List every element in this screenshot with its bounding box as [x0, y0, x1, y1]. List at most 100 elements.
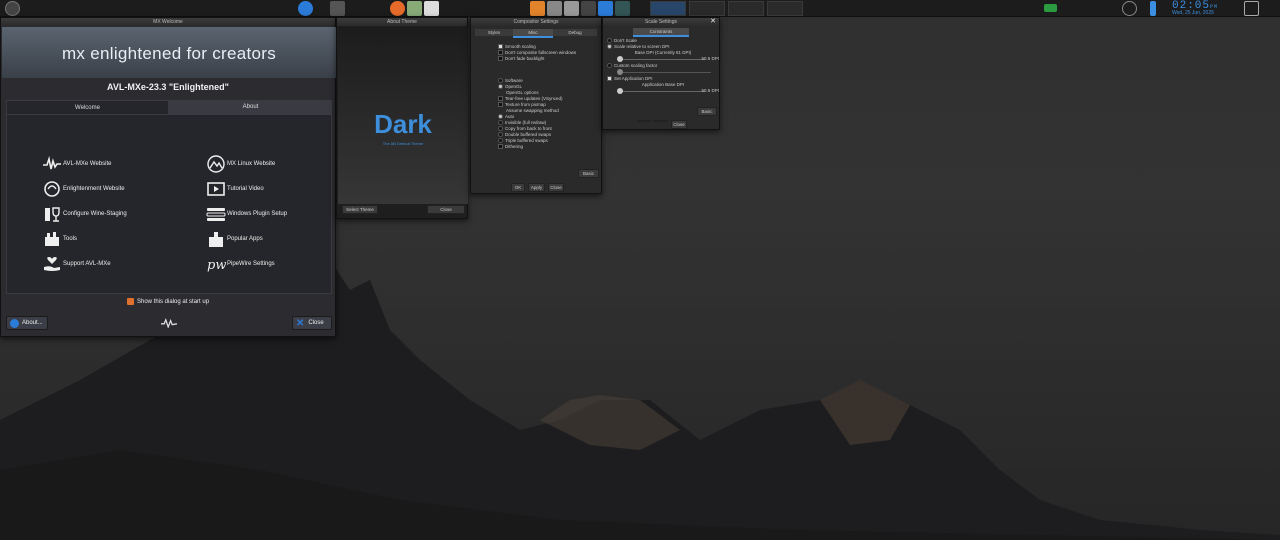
- tab-welcome[interactable]: Welcome: [6, 100, 169, 114]
- close-button-label: Close: [308, 320, 324, 326]
- mx-linux-website-link[interactable]: MX Linux Website: [206, 155, 275, 173]
- enlightenment-icon: [44, 181, 60, 197]
- engine-options: Software OpenGL OpenGL options Tear-free…: [498, 78, 563, 150]
- file-manager-icon[interactable]: [407, 1, 422, 16]
- scale-basic-button[interactable]: Basic: [697, 107, 717, 116]
- windows-plugin-setup-label: Windows Plugin Setup: [227, 211, 288, 217]
- scale-settings-window: Scale Settings ✕ Constraints Don't Scale…: [602, 17, 720, 130]
- tab-styles[interactable]: Styles: [475, 29, 513, 36]
- mx-linux-website-label: MX Linux Website: [227, 161, 276, 167]
- base-dpi-slider[interactable]: 50.6 DPI: [607, 56, 719, 63]
- custom-factor-slider[interactable]: [607, 69, 719, 76]
- theme-preview-subtitle: The AB Default Theme: [382, 141, 424, 146]
- startup-checkbox[interactable]: [127, 298, 134, 305]
- popular-apps-link[interactable]: Popular Apps: [206, 230, 263, 248]
- pager-desk-1[interactable]: [650, 1, 686, 16]
- scale-close-button[interactable]: Close: [671, 120, 687, 129]
- welcome-tabs: Welcome About: [6, 100, 332, 114]
- heart-hand-icon: [44, 257, 60, 271]
- window-list-icon[interactable]: [615, 1, 630, 16]
- tab-constraints[interactable]: Constraints: [633, 28, 689, 37]
- wine-glass-icon: [45, 207, 60, 222]
- screenshot-icon[interactable]: [598, 1, 613, 16]
- compositor-apply-button[interactable]: Apply: [528, 183, 545, 192]
- image-viewer-icon[interactable]: [564, 1, 579, 16]
- inkscape-icon[interactable]: [547, 1, 562, 16]
- tab-misc[interactable]: Misc: [513, 29, 553, 38]
- compositor-window: Compositor Settings Styles Misc Debug Sm…: [470, 17, 602, 194]
- tutorial-video-label: Tutorial Video: [227, 186, 264, 192]
- support-avl-link[interactable]: Support AVL-MXe: [42, 255, 111, 273]
- avl-logo-icon: [161, 318, 177, 328]
- settings-icon[interactable]: [581, 1, 596, 16]
- tutorial-video-link[interactable]: Tutorial Video: [206, 180, 264, 198]
- pager-desk-4[interactable]: [767, 1, 803, 16]
- banner: mx enlightened for creators: [2, 27, 336, 78]
- package-box-icon: [209, 232, 223, 247]
- compositor-basic-button[interactable]: Basic: [578, 169, 599, 178]
- toolbox-icon: [45, 232, 59, 246]
- option-dithering[interactable]: Dithering: [498, 144, 563, 150]
- app-launcher-icon[interactable]: [298, 1, 313, 16]
- firefox-icon[interactable]: [390, 1, 405, 16]
- tools-link[interactable]: Tools: [42, 230, 77, 248]
- app-dpi-value: 50.6 DPI: [701, 88, 719, 93]
- startup-checkbox-row[interactable]: Show this dialog at start up: [127, 298, 209, 305]
- text-editor-icon[interactable]: [530, 1, 545, 16]
- app-dpi-slider[interactable]: 50.6 DPI: [607, 88, 719, 95]
- avl-website-link[interactable]: AVL-MXe Website: [42, 155, 111, 173]
- tab-debug[interactable]: Debug: [553, 29, 597, 36]
- welcome-titlebar[interactable]: MX Welcome: [1, 18, 335, 26]
- scale-titlebar[interactable]: Scale Settings ✕: [603, 18, 719, 26]
- theme-titlebar[interactable]: About Theme: [337, 18, 467, 26]
- system-menu-icon[interactable]: [5, 1, 20, 16]
- pipewire-settings-link[interactable]: pw PipeWire Settings: [206, 255, 275, 273]
- configure-wine-label: Configure Wine-Staging: [63, 211, 127, 217]
- tab-about[interactable]: About: [169, 100, 332, 114]
- support-avl-label: Support AVL-MXe: [63, 261, 111, 267]
- clock-date: Wed, 25 Jun, 2025: [1172, 10, 1214, 16]
- compositor-close-button[interactable]: Close: [548, 183, 564, 192]
- compositor-titlebar[interactable]: Compositor Settings: [471, 18, 601, 26]
- about-button[interactable]: About...: [6, 316, 48, 330]
- windows-plugin-setup-link[interactable]: Windows Plugin Setup: [206, 205, 287, 223]
- waveform-icon: [43, 155, 61, 170]
- scale-close-icon[interactable]: ✕: [710, 18, 716, 26]
- compositor-ok-button[interactable]: OK: [511, 183, 525, 192]
- plugin-cable-icon: [206, 208, 226, 221]
- enlightenment-website-link[interactable]: Enlightenment Website: [42, 180, 125, 198]
- close-button[interactable]: ✕ Close: [292, 316, 332, 330]
- theme-window: About Theme Dark The AB Default Theme Se…: [336, 17, 468, 219]
- theme-close-button[interactable]: Close: [427, 205, 465, 214]
- pager-desk-3[interactable]: [728, 1, 764, 16]
- option-no-fade[interactable]: Don't fade backlight: [498, 56, 576, 62]
- clock-dial-icon: [1122, 1, 1137, 16]
- terminal-icon[interactable]: [424, 1, 439, 16]
- scale-options: Don't Scale Scale relative to screen DPI…: [607, 38, 719, 95]
- compositor-options: Smooth scaling Don't composite fullscree…: [498, 44, 576, 62]
- tools-label: Tools: [63, 236, 78, 242]
- scale-blank-button-1[interactable]: [637, 120, 651, 122]
- version-title: AVL-MXe-23.3 "Enlightened": [107, 82, 229, 92]
- theme-preview: Dark The AB Default Theme: [338, 27, 468, 204]
- pipewire-icon: pw: [207, 258, 226, 273]
- close-x-icon: ✕: [296, 317, 305, 329]
- top-shelf: 02:05PM Wed, 25 Jun, 2025: [0, 0, 1280, 17]
- banner-text: mx enlightened for creators: [61, 44, 277, 63]
- info-icon: [10, 318, 19, 328]
- popular-apps-label: Popular Apps: [227, 236, 263, 242]
- configure-wine-link[interactable]: Configure Wine-Staging: [42, 205, 127, 223]
- enlightenment-website-label: Enlightenment Website: [63, 186, 125, 192]
- scale-blank-button-2[interactable]: [654, 120, 668, 122]
- keyboard-layout-flag-icon[interactable]: [1044, 4, 1057, 12]
- base-dpi-value: 50.6 DPI: [701, 56, 719, 61]
- svg-text:pw: pw: [207, 258, 226, 273]
- wrench-icon[interactable]: [330, 1, 345, 16]
- startup-label: Show this dialog at start up: [137, 298, 210, 305]
- volume-icon[interactable]: [1150, 1, 1156, 16]
- select-theme-button[interactable]: Select Theme: [342, 205, 378, 214]
- theme-preview-title: Dark: [374, 109, 432, 139]
- pager-desk-2[interactable]: [689, 1, 725, 16]
- settings-cube-icon[interactable]: [1244, 1, 1259, 16]
- welcome-window: MX Welcome mx enlightened for creators A…: [0, 17, 336, 337]
